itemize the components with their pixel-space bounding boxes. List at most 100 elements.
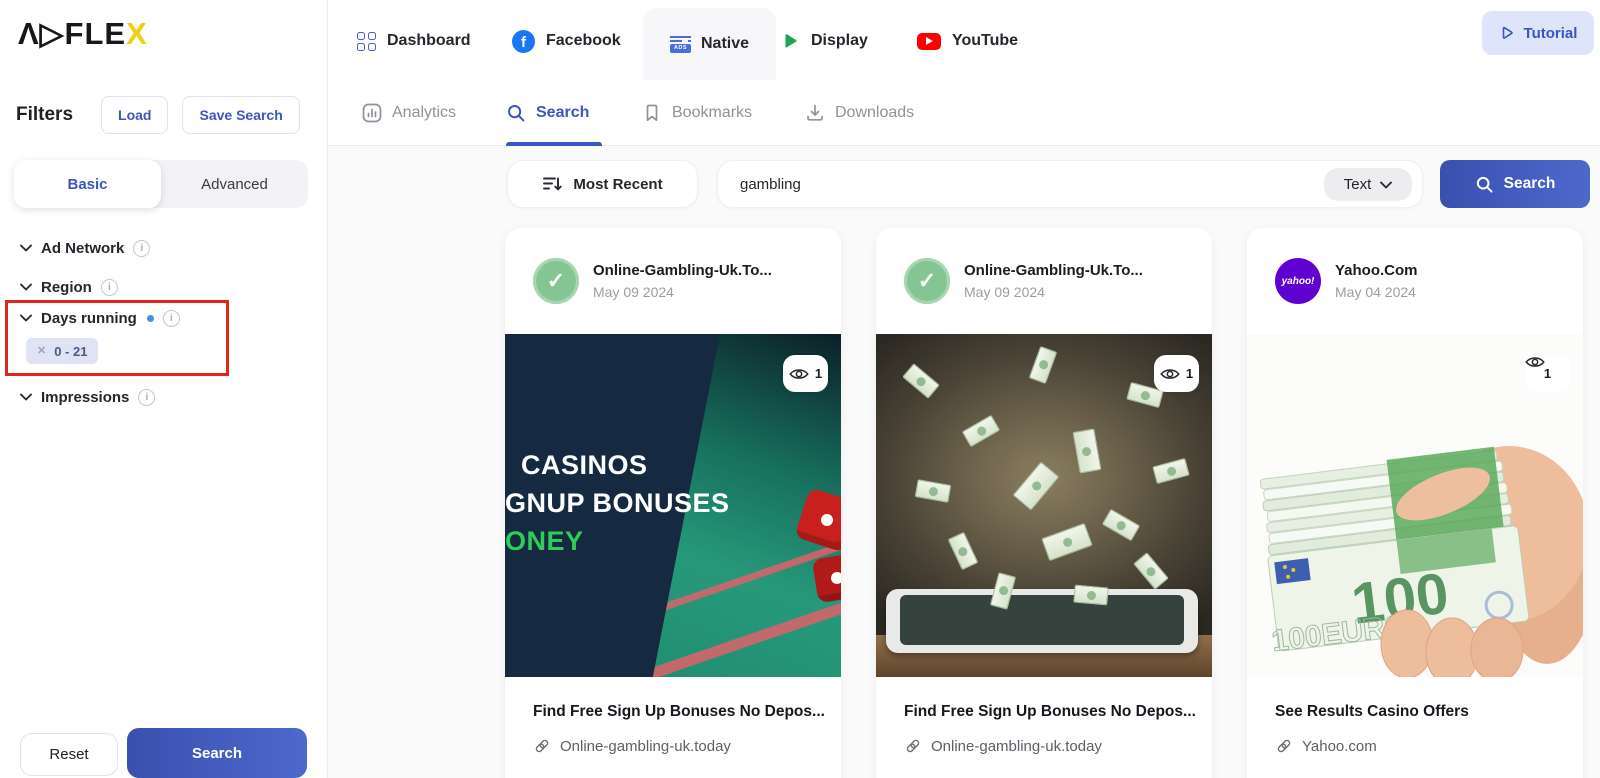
ad-card[interactable]: yahoo! Yahoo.Com May 04 2024 [1247, 228, 1583, 778]
chevron-down-icon [1380, 181, 1392, 189]
ad-creative-image[interactable]: 100 100EURO 1 [1247, 334, 1583, 677]
eye-icon [1160, 367, 1180, 381]
eye-icon [789, 367, 809, 381]
filter-mode-tabs: Basic Advanced [14, 160, 308, 208]
money-bill [1029, 346, 1058, 384]
views-badge: 1 [783, 355, 828, 392]
ad-title: See Results Casino Offers [1275, 703, 1555, 721]
tutorial-button[interactable]: Tutorial [1482, 11, 1594, 55]
ad-title: Find Free Sign Up Bonuses No Depos... [533, 703, 813, 721]
save-search-button[interactable]: Save Search [182, 96, 299, 134]
play-outline-icon [1499, 25, 1515, 41]
search-button[interactable]: Search [1440, 160, 1590, 208]
analytics-icon [362, 103, 382, 123]
money-bill [1073, 428, 1102, 473]
tab-native[interactable]: ADS Native [643, 8, 776, 80]
sidebar: Λ▷FLEX Filters Load Save Search Basic Ad… [0, 0, 328, 778]
creative-overlay-text: CASINOS GNUP BONUSES ONEY [505, 446, 730, 560]
filter-label: Ad Network [41, 240, 124, 257]
sub-navigation: Analytics Search Bookmarks Downloads [328, 80, 1600, 146]
info-icon[interactable]: i [133, 240, 150, 257]
tab-search[interactable]: Search [506, 101, 589, 125]
sort-most-recent-button[interactable]: Most Recent [507, 160, 698, 208]
dice-graphic [812, 553, 841, 603]
views-count: 1 [1186, 366, 1193, 381]
ad-card-header: ✓ Online-Gambling-Uk.To... May 09 2024 [505, 228, 841, 334]
filter-label: Impressions [41, 389, 129, 406]
search-type-dropdown[interactable]: Text [1324, 168, 1412, 201]
tab-facebook[interactable]: Facebook [512, 29, 621, 53]
adflex-logo: Λ▷FLEX [18, 16, 148, 52]
link-icon [1275, 737, 1293, 755]
tab-basic[interactable]: Basic [14, 160, 161, 208]
ad-date: May 04 2024 [1335, 284, 1418, 300]
money-bill [902, 363, 940, 399]
money-bill [1102, 509, 1140, 542]
advertiser-name: Yahoo.Com [1335, 262, 1418, 279]
display-play-icon [780, 31, 800, 51]
bookmark-icon [642, 103, 662, 123]
tab-bookmarks[interactable]: Bookmarks [642, 101, 752, 125]
ad-domain-row[interactable]: Online-gambling-uk.today [533, 737, 813, 755]
load-button[interactable]: Load [101, 96, 168, 134]
youtube-icon [917, 33, 941, 50]
tab-advanced[interactable]: Advanced [161, 160, 308, 208]
info-icon[interactable]: i [138, 389, 155, 406]
advertiser-name: Online-Gambling-Uk.To... [964, 262, 1143, 279]
ad-creative-image[interactable]: 1 [876, 334, 1212, 677]
filter-ad-network[interactable]: Ad Network i [20, 237, 150, 259]
filter-label: Region [41, 279, 92, 296]
money-bill [1152, 458, 1190, 484]
ad-domain-row[interactable]: Online-gambling-uk.today [904, 737, 1184, 755]
views-badge: 1 [1154, 355, 1199, 392]
ad-card[interactable]: ✓ Online-Gambling-Uk.To... May 09 2024 1 [876, 228, 1212, 778]
search-input-container: Text [717, 160, 1423, 208]
ad-domain-row[interactable]: Yahoo.com [1275, 737, 1555, 755]
results-area: Most Recent Text Search ✓ Online-Gamblin… [328, 146, 1600, 778]
filters-title: Filters [16, 104, 73, 126]
chevron-down-icon[interactable] [20, 393, 32, 401]
money-bill [948, 532, 979, 570]
ad-creative-image[interactable]: CASINOS GNUP BONUSES ONEY 1 [505, 334, 841, 677]
sidebar-search-button[interactable]: Search [127, 728, 307, 778]
money-bill [1041, 523, 1092, 561]
tablet-graphic [886, 589, 1198, 653]
money-bill [1133, 552, 1169, 590]
ad-title: Find Free Sign Up Bonuses No Depos... [904, 703, 1184, 721]
tab-analytics[interactable]: Analytics [362, 101, 456, 125]
ad-card[interactable]: ✓ Online-Gambling-Uk.To... May 09 2024 C… [505, 228, 841, 778]
ad-domain: Online-gambling-uk.today [560, 738, 731, 755]
tab-dashboard[interactable]: Dashboard [357, 29, 471, 53]
tab-youtube[interactable]: YouTube [917, 29, 1018, 53]
top-navigation: Dashboard Facebook ADS Native Display Yo… [328, 0, 1600, 80]
logo-accent-x: X [126, 16, 148, 51]
native-ads-icon: ADS [670, 36, 691, 53]
views-count: 1 [815, 366, 822, 381]
ad-date: May 09 2024 [593, 284, 772, 300]
search-input[interactable] [718, 161, 1298, 207]
facebook-icon [512, 30, 535, 53]
filter-impressions[interactable]: Impressions i [20, 386, 155, 408]
ad-domain: Yahoo.com [1302, 738, 1377, 755]
ad-card-header: ✓ Online-Gambling-Uk.To... May 09 2024 [876, 228, 1212, 334]
money-bill [1073, 585, 1108, 606]
link-icon [533, 737, 551, 755]
dice-graphic [794, 487, 841, 553]
highlight-annotation-box [5, 300, 229, 376]
tab-downloads[interactable]: Downloads [805, 101, 914, 125]
download-icon [805, 103, 825, 123]
verified-seal-avatar: ✓ [533, 258, 579, 304]
chevron-down-icon[interactable] [20, 244, 32, 252]
filters-header: Filters Load Save Search [16, 96, 311, 134]
info-icon[interactable]: i [101, 279, 118, 296]
link-icon [904, 737, 922, 755]
verified-seal-avatar: ✓ [904, 258, 950, 304]
chevron-down-icon[interactable] [20, 283, 32, 291]
reset-button[interactable]: Reset [20, 733, 118, 776]
ad-card-header: yahoo! Yahoo.Com May 04 2024 [1247, 228, 1583, 334]
filter-region[interactable]: Region i [20, 276, 118, 298]
money-bill [1013, 461, 1060, 510]
dashboard-grid-icon [357, 32, 376, 51]
ad-date: May 09 2024 [964, 284, 1143, 300]
tab-display[interactable]: Display [780, 29, 868, 53]
